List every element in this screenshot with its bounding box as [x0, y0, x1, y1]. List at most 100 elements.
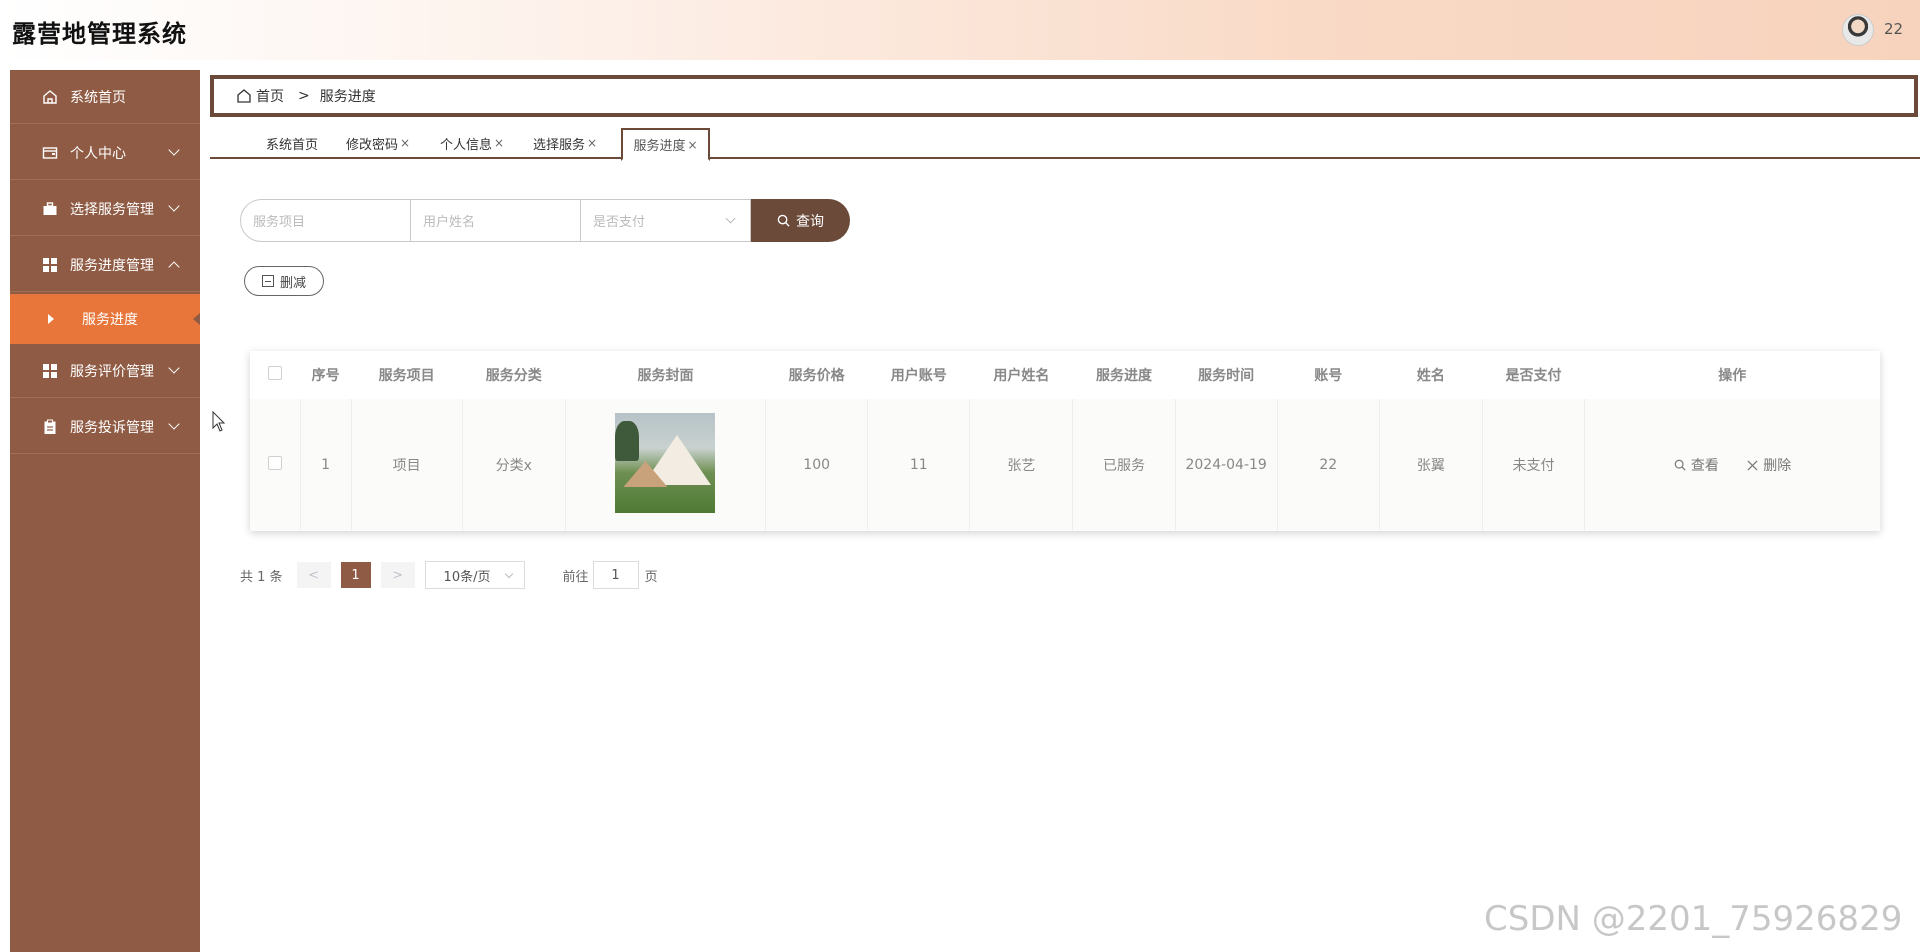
- service-cover-image[interactable]: [615, 413, 716, 513]
- user-name-input[interactable]: 用户姓名: [411, 199, 581, 242]
- sidebar-item-service-complaint[interactable]: 服务投诉管理: [10, 400, 200, 454]
- home-icon: [42, 89, 58, 105]
- sidebar-item-home[interactable]: 系统首页: [10, 70, 200, 124]
- tab-change-password[interactable]: 修改密码 ×: [342, 128, 414, 158]
- cell-paid: 未支付: [1482, 399, 1586, 531]
- page-size-value: 10条/页: [443, 569, 491, 585]
- search-icon: [1674, 459, 1686, 471]
- column-header: 服务项目: [378, 368, 435, 384]
- delete-button[interactable]: 删除: [1747, 455, 1791, 475]
- sidebar-item-label: 服务投诉管理: [70, 419, 154, 436]
- cell-account: 11: [867, 399, 971, 531]
- tab-home[interactable]: 系统首页: [254, 128, 330, 158]
- page-size-select[interactable]: 10条/页: [424, 561, 525, 589]
- sidebar-item-service-review[interactable]: 服务评价管理: [10, 344, 200, 398]
- column-header: 用户账号: [890, 368, 947, 384]
- breadcrumb-home[interactable]: 首页: [256, 86, 284, 106]
- goto-page-input[interactable]: 1: [592, 561, 639, 589]
- home-icon: [237, 89, 251, 103]
- tab-label: 个人信息: [439, 137, 492, 153]
- query-button-label: 查询: [796, 213, 824, 230]
- column-header: 服务价格: [788, 368, 845, 384]
- table-row: 1 项目 分类x 100 11 张艺 已服务 2024-04-19 22 张翼 …: [250, 399, 1880, 531]
- caret-right-icon: [48, 314, 54, 324]
- page-number-current[interactable]: 1: [340, 562, 371, 588]
- close-icon[interactable]: ×: [494, 136, 504, 150]
- tab-service-progress[interactable]: 服务进度 ×: [621, 128, 710, 161]
- chevron-down-icon: [168, 362, 180, 374]
- sidebar-subitem-progress[interactable]: 服务进度: [10, 294, 200, 344]
- username[interactable]: 22: [1884, 20, 1903, 38]
- app-title: 露营地管理系统: [12, 20, 187, 48]
- next-page-button[interactable]: >: [380, 562, 415, 588]
- active-notch: [193, 313, 200, 325]
- cell-name: 张翼: [1379, 399, 1483, 531]
- total-count: 共 1 条: [240, 569, 283, 585]
- cell-index: 1: [300, 399, 352, 531]
- delete-label: 删除: [1763, 458, 1792, 475]
- close-icon[interactable]: ×: [400, 136, 410, 150]
- batch-delete-label: 删减: [279, 275, 306, 291]
- tab-select-service[interactable]: 选择服务 ×: [530, 128, 600, 158]
- chevron-up-icon: [168, 261, 180, 273]
- tab-personal-info[interactable]: 个人信息 ×: [438, 128, 506, 158]
- view-button[interactable]: 查看: [1674, 455, 1719, 475]
- data-table: 序号 服务项目 服务分类 服务封面 服务价格 用户账号 用户姓名 服务进度 服务…: [250, 351, 1880, 531]
- tab-label: 选择服务: [532, 137, 585, 153]
- close-icon: [1747, 460, 1758, 471]
- chevron-down-icon: [168, 144, 180, 156]
- chevron-down-icon: [168, 418, 180, 430]
- close-icon[interactable]: ×: [587, 136, 597, 150]
- cell-actions: 查看 删除: [1585, 399, 1880, 531]
- close-icon[interactable]: ×: [687, 138, 697, 152]
- select-all-checkbox[interactable]: [250, 351, 300, 399]
- pagination: 共 1 条 < 1 > 10条/页 前往 1 页: [240, 561, 658, 589]
- column-header: 操作: [1718, 368, 1747, 384]
- breadcrumb-separator: >: [298, 88, 310, 104]
- view-label: 查看: [1690, 457, 1719, 474]
- clipboard-icon: [42, 419, 58, 435]
- sidebar-item-label: 服务评价管理: [70, 363, 154, 380]
- user-avatar[interactable]: [1842, 14, 1874, 46]
- row-checkbox[interactable]: [250, 399, 301, 531]
- tab-label: 服务进度: [633, 139, 686, 154]
- service-item-input[interactable]: 服务项目: [240, 199, 411, 242]
- cell-category: 分类x: [462, 399, 566, 531]
- sidebar-item-label: 系统首页: [70, 89, 126, 106]
- prev-page-button[interactable]: <: [296, 562, 331, 588]
- column-header: 服务封面: [637, 368, 694, 384]
- briefcase-icon: [42, 201, 58, 217]
- paid-select[interactable]: 是否支付: [581, 199, 751, 242]
- sidebar-item-personal[interactable]: 个人中心: [10, 126, 200, 180]
- cell-cover: [565, 399, 767, 531]
- watermark: CSDN @2201_75926829: [1484, 899, 1903, 939]
- grid-icon: [42, 257, 58, 273]
- chevron-down-icon: [725, 213, 736, 224]
- cell-acct: 22: [1277, 399, 1380, 531]
- page-suffix: 页: [644, 569, 658, 585]
- minus-square-icon: [261, 275, 274, 287]
- sidebar-item-service-select[interactable]: 选择服务管理: [10, 182, 200, 236]
- cell-time: 2024-04-19: [1175, 399, 1278, 531]
- tab-label: 修改密码: [345, 137, 398, 153]
- search-icon: [777, 214, 790, 227]
- column-header: 服务时间: [1198, 368, 1255, 384]
- table-header-row: 序号 服务项目 服务分类 服务封面 服务价格 用户账号 用户姓名 服务进度 服务…: [250, 351, 1880, 399]
- sidebar-item-service-progress[interactable]: 服务进度管理: [10, 238, 200, 292]
- mouse-cursor-icon: [212, 411, 226, 432]
- paid-select-placeholder: 是否支付: [593, 215, 646, 230]
- column-header: 用户姓名: [993, 368, 1050, 384]
- sidebar-item-label: 选择服务管理: [70, 201, 154, 218]
- cell-user-name: 张艺: [969, 399, 1074, 531]
- breadcrumb: 首页 > 服务进度: [210, 75, 1918, 117]
- sidebar-item-label: 服务进度管理: [70, 257, 154, 274]
- breadcrumb-current: 服务进度: [319, 89, 376, 105]
- query-button[interactable]: 查询: [751, 199, 850, 242]
- sidebar: 系统首页 个人中心 选择服务管理 服务进度管理 服务进度 服务评价管理 服务投诉…: [10, 70, 200, 952]
- sidebar-subitem-label: 服务进度: [82, 312, 138, 328]
- cell-progress: 已服务: [1072, 399, 1176, 531]
- chevron-down-icon: [504, 569, 513, 579]
- column-header: 账号: [1314, 368, 1343, 384]
- goto-label: 前往: [562, 569, 589, 585]
- batch-delete-button[interactable]: 删减: [244, 266, 324, 296]
